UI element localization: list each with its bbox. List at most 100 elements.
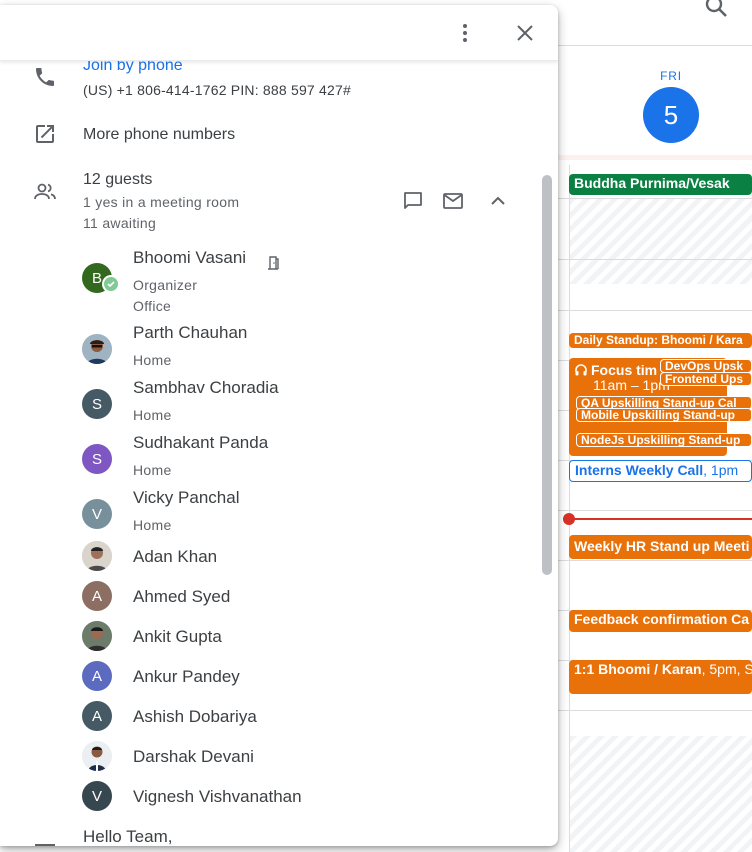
- avatar-initial: A: [92, 588, 102, 605]
- unavailable-hatch: [570, 198, 752, 284]
- avatar-initial: A: [92, 708, 102, 725]
- hour-line: [556, 510, 752, 511]
- search-icon[interactable]: [704, 0, 730, 20]
- open-in-new-icon: [33, 122, 57, 146]
- guest-name: Vicky Panchal: [133, 488, 239, 508]
- current-time-dot: [563, 513, 575, 525]
- avatar-photo: [82, 741, 112, 771]
- close-icon[interactable]: [513, 21, 537, 45]
- avatar-initial: V: [92, 506, 102, 523]
- oneone-title: 1:1 Bhoomi / Karan: [574, 661, 702, 677]
- guest-location: Office: [133, 298, 171, 314]
- popover-header: [0, 5, 558, 61]
- avatar-initial: B: [92, 270, 102, 287]
- description-icon: [35, 844, 55, 846]
- more-vert-icon[interactable]: [453, 21, 477, 45]
- guest-role: Organizer: [133, 277, 197, 293]
- oneone-time: , 5pm, S: [702, 661, 752, 677]
- guest-item[interactable]: Ankit Gupta: [82, 627, 522, 667]
- event-interns-weekly[interactable]: Interns Weekly Call, 1pm: [569, 460, 752, 482]
- guest-item[interactable]: A Ankur Pandey: [82, 667, 522, 707]
- avatar: A: [82, 661, 112, 691]
- guest-item[interactable]: A Ahmed Syed: [82, 587, 522, 627]
- avatar: S: [82, 444, 112, 474]
- allday-separator: [556, 155, 752, 160]
- phone-icon: [33, 65, 57, 89]
- guest-location: Home: [133, 407, 172, 423]
- guest-location: Home: [133, 462, 172, 478]
- popover-scrollbar[interactable]: [542, 175, 552, 575]
- chat-icon[interactable]: [401, 189, 425, 213]
- focus-title: Focus tim: [591, 362, 657, 378]
- avatar: S: [82, 389, 112, 419]
- avatar-initial: S: [92, 396, 102, 413]
- avatar-initial: A: [92, 668, 102, 685]
- meeting-room-icon: [266, 256, 280, 270]
- avatar-photo: [82, 334, 112, 364]
- event-devops[interactable]: DevOps Upsk: [660, 359, 752, 373]
- hour-line: [556, 198, 752, 199]
- guest-name: Bhoomi Vasani: [133, 248, 246, 268]
- avatar-photo: [82, 621, 112, 651]
- phone-detail: (US) +1 806-414-1762 PIN: 888 597 427#: [83, 82, 351, 98]
- day-column-line: [569, 165, 570, 852]
- guest-yes-summary: 1 yes in a meeting room: [83, 194, 239, 210]
- mail-icon[interactable]: [441, 189, 465, 213]
- event-nodejs[interactable]: NodeJs Upskilling Stand-up: [576, 433, 752, 447]
- guest-item[interactable]: Adan Khan: [82, 547, 522, 587]
- avatar: V: [82, 781, 112, 811]
- unavailable-hatch: [570, 736, 752, 852]
- avatar-initial: V: [92, 788, 102, 805]
- guest-name: Ankit Gupta: [133, 627, 222, 647]
- guest-item[interactable]: Darshak Devani: [82, 747, 522, 787]
- interns-title: Interns Weekly Call: [575, 462, 703, 478]
- guest-item[interactable]: S Sambhav Choradia Home: [82, 378, 522, 423]
- current-time-line: [569, 518, 752, 520]
- avatar: A: [82, 701, 112, 731]
- guest-name: Sambhav Choradia: [133, 378, 279, 398]
- avatar-initial: S: [92, 451, 102, 468]
- guest-name: Sudhakant Panda: [133, 433, 268, 453]
- avatar: V: [82, 499, 112, 529]
- more-phone-numbers-link[interactable]: More phone numbers: [83, 126, 235, 144]
- accepted-check-icon: [102, 275, 120, 293]
- guest-item[interactable]: Parth Chauhan Home: [82, 323, 522, 368]
- interns-time: , 1pm: [703, 462, 738, 478]
- guest-name: Ahmed Syed: [133, 587, 230, 607]
- hour-line: [556, 259, 752, 260]
- guest-item[interactable]: S Sudhakant Panda Home: [82, 433, 522, 478]
- event-mobile[interactable]: Mobile Upskilling Stand-up: [576, 408, 752, 422]
- avatar: A: [82, 581, 112, 611]
- guest-name: Darshak Devani: [133, 747, 254, 767]
- chevron-up-icon[interactable]: [486, 189, 510, 213]
- guest-name: Ashish Dobariya: [133, 707, 257, 727]
- event-description: Hello Team,: [83, 827, 172, 846]
- guest-location: Home: [133, 517, 172, 533]
- avatar-photo: [82, 541, 112, 571]
- guest-awaiting-summary: 11 awaiting: [83, 215, 156, 231]
- event-allday[interactable]: Buddha Purnima/Vesak: [569, 174, 752, 195]
- guest-name: Vignesh Vishvanathan: [133, 787, 302, 807]
- guest-location: Home: [133, 352, 172, 368]
- event-frontend[interactable]: Frontend Ups: [660, 372, 752, 386]
- event-one-on-one[interactable]: 1:1 Bhoomi / Karan, 5pm, S: [569, 660, 752, 694]
- event-weekly-hr[interactable]: Weekly HR Stand up Meeti: [569, 535, 752, 559]
- hour-line: [556, 710, 752, 711]
- event-detail-popover: Join by phone (US) +1 806-414-1762 PIN: …: [0, 5, 558, 846]
- headphones-icon: [575, 364, 587, 376]
- guest-item[interactable]: V Vicky Panchal Home: [82, 488, 522, 533]
- guest-name: Parth Chauhan: [133, 323, 247, 343]
- guest-item[interactable]: A Ashish Dobariya: [82, 707, 522, 747]
- day-number[interactable]: 5: [643, 87, 699, 143]
- guest-item[interactable]: V Vignesh Vishvanathan: [82, 787, 522, 827]
- event-daily-standup[interactable]: Daily Standup: Bhoomi / Kara: [569, 333, 752, 348]
- event-feedback[interactable]: Feedback confirmation Ca: [569, 610, 752, 632]
- guest-item[interactable]: B Bhoomi Vasani Organizer Office: [82, 248, 522, 313]
- guest-name: Ankur Pandey: [133, 667, 240, 687]
- day-name: FRI: [622, 69, 720, 83]
- hour-line: [556, 560, 752, 561]
- guest-name: Adan Khan: [133, 547, 217, 567]
- hour-line: [556, 310, 752, 311]
- people-icon: [33, 180, 57, 204]
- guest-count: 12 guests: [83, 171, 152, 189]
